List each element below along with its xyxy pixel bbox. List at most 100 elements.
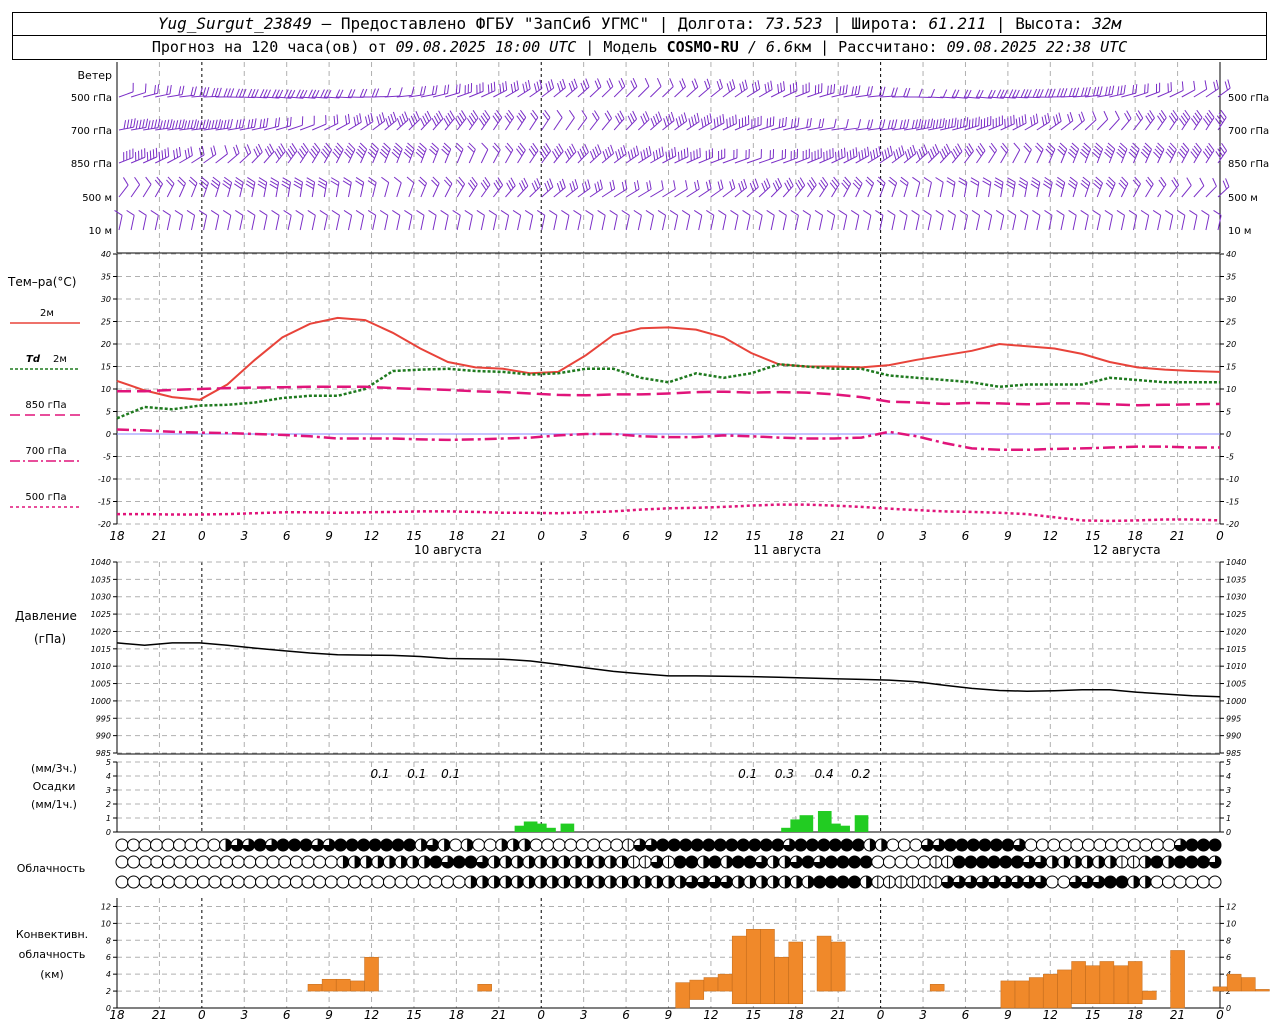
wind-barb-flag bbox=[935, 210, 944, 216]
cloud-symbol bbox=[662, 855, 675, 869]
wind-barb-flag bbox=[174, 210, 183, 216]
wind-barb-flag bbox=[670, 111, 675, 121]
wind-barb bbox=[686, 147, 701, 164]
wind-barb bbox=[384, 87, 403, 98]
wind-barb-flag bbox=[830, 84, 832, 94]
wind-barb-staff bbox=[1121, 118, 1132, 131]
wind-barb-flag bbox=[716, 80, 721, 90]
wind-barb-staff bbox=[1193, 185, 1205, 198]
cloud-circle bbox=[406, 875, 420, 889]
wind-barb-flag bbox=[126, 210, 135, 216]
wind-barb-flag bbox=[308, 89, 313, 98]
legend-t700: 700 гПа bbox=[25, 446, 66, 457]
wind-barb bbox=[245, 177, 256, 198]
wind-barb-flag bbox=[1055, 114, 1059, 124]
hour-tick-label: 15 bbox=[1085, 1008, 1100, 1022]
wind-barb-flag bbox=[1020, 89, 1026, 98]
wind-barb bbox=[807, 118, 825, 131]
cloud-symbol bbox=[848, 855, 862, 869]
cloud-symbol bbox=[173, 855, 187, 869]
wind-barb-flag bbox=[247, 88, 253, 98]
wind-barb-flag bbox=[213, 145, 217, 155]
ytick-label-left: 1000 bbox=[91, 697, 111, 706]
wind-barb-flag bbox=[152, 149, 155, 159]
cloud-symbol bbox=[288, 838, 302, 852]
wind-barb-flag bbox=[220, 120, 224, 130]
cloud-circle bbox=[266, 875, 280, 889]
wind-barb bbox=[1056, 210, 1065, 231]
wind-barb-flag bbox=[717, 181, 721, 191]
ytick-label-left: 5 bbox=[106, 758, 111, 767]
wind-barb-flag bbox=[1080, 111, 1085, 121]
hour-tick-label: 15 bbox=[406, 529, 421, 543]
wind-barb-staff bbox=[637, 119, 650, 131]
wind-barb-flag bbox=[557, 83, 561, 92]
wind-barb bbox=[1132, 176, 1141, 198]
cloud-symbol bbox=[638, 855, 652, 869]
wind-barb-flag bbox=[1047, 113, 1050, 123]
cloud-symbol bbox=[1115, 875, 1129, 889]
hour-tick-label: 18 bbox=[1128, 1008, 1144, 1022]
wind-barb-flag bbox=[607, 146, 612, 156]
wind-barb-staff bbox=[674, 156, 689, 164]
wind-barb bbox=[1012, 142, 1021, 164]
wind-barb bbox=[404, 210, 413, 231]
cloud-symbol bbox=[1150, 875, 1164, 889]
ytick-label-right: 1025 bbox=[1226, 610, 1246, 619]
wind-barb bbox=[935, 177, 944, 198]
wind-barb-flag bbox=[608, 78, 614, 87]
cloud-circle bbox=[1139, 838, 1153, 852]
cloud-symbol bbox=[851, 838, 865, 852]
wind-barb-staff bbox=[722, 187, 736, 198]
wind-barb-staff bbox=[372, 215, 377, 231]
wind-barb bbox=[467, 142, 476, 164]
wind-barb-staff bbox=[1000, 149, 1009, 164]
wind-barb-flag bbox=[331, 210, 340, 216]
wind-barb-staff bbox=[782, 185, 794, 198]
wind-barb-flag bbox=[719, 115, 722, 125]
wind-barb bbox=[625, 110, 638, 131]
wind-barb-flag bbox=[818, 118, 822, 128]
wind-barb bbox=[443, 176, 453, 198]
cloud-symbol bbox=[417, 855, 431, 869]
wind-barb-flag bbox=[942, 89, 948, 98]
hour-tick-label: 9 bbox=[325, 1008, 333, 1022]
wind-barb-flag bbox=[393, 176, 402, 184]
cloud-circle bbox=[1010, 855, 1024, 869]
wind-barb-staff bbox=[819, 156, 834, 164]
hour-tick-label: 6 bbox=[622, 529, 630, 543]
wind-barb-flag bbox=[1008, 89, 1014, 98]
cloud-symbol bbox=[231, 875, 245, 889]
wind-barb-staff bbox=[1181, 215, 1186, 231]
wind-barb bbox=[1140, 210, 1150, 231]
wind-barb-flag bbox=[244, 146, 249, 156]
cloud-symbol bbox=[859, 875, 873, 889]
wind-barb-staff bbox=[420, 118, 432, 131]
wind-barb-flag bbox=[954, 117, 957, 127]
wind-barb-flag bbox=[211, 120, 215, 130]
wind-barb-flag bbox=[1108, 86, 1111, 96]
wind-barb-flag bbox=[559, 180, 564, 190]
wind-barb bbox=[734, 79, 748, 98]
wind-barb-flag bbox=[572, 181, 576, 191]
cloud-circle bbox=[173, 875, 187, 889]
wind-barb bbox=[297, 142, 309, 164]
cloud-symbol bbox=[1139, 838, 1153, 852]
wind-barb bbox=[637, 111, 650, 131]
wind-barb-flag bbox=[757, 80, 761, 90]
wind-barb-staff bbox=[142, 184, 152, 198]
wind-barb-staff bbox=[529, 186, 541, 198]
wind-barb-flag bbox=[1177, 210, 1186, 216]
wind-barb-staff bbox=[625, 118, 637, 131]
wind-barb bbox=[118, 82, 134, 98]
hour-tick-label: 9 bbox=[665, 1008, 673, 1022]
cloud-circle bbox=[1127, 838, 1141, 852]
wind-barb-flag bbox=[749, 182, 754, 192]
cloud-symbol bbox=[685, 875, 699, 889]
ytick-label-left: 6 bbox=[106, 953, 111, 962]
cloud-symbol bbox=[929, 875, 943, 889]
wind-barb-flag bbox=[735, 114, 737, 124]
wind-barb-flag bbox=[464, 210, 473, 216]
cloud-symbol bbox=[472, 838, 486, 852]
wind-barb-flag bbox=[320, 89, 325, 98]
